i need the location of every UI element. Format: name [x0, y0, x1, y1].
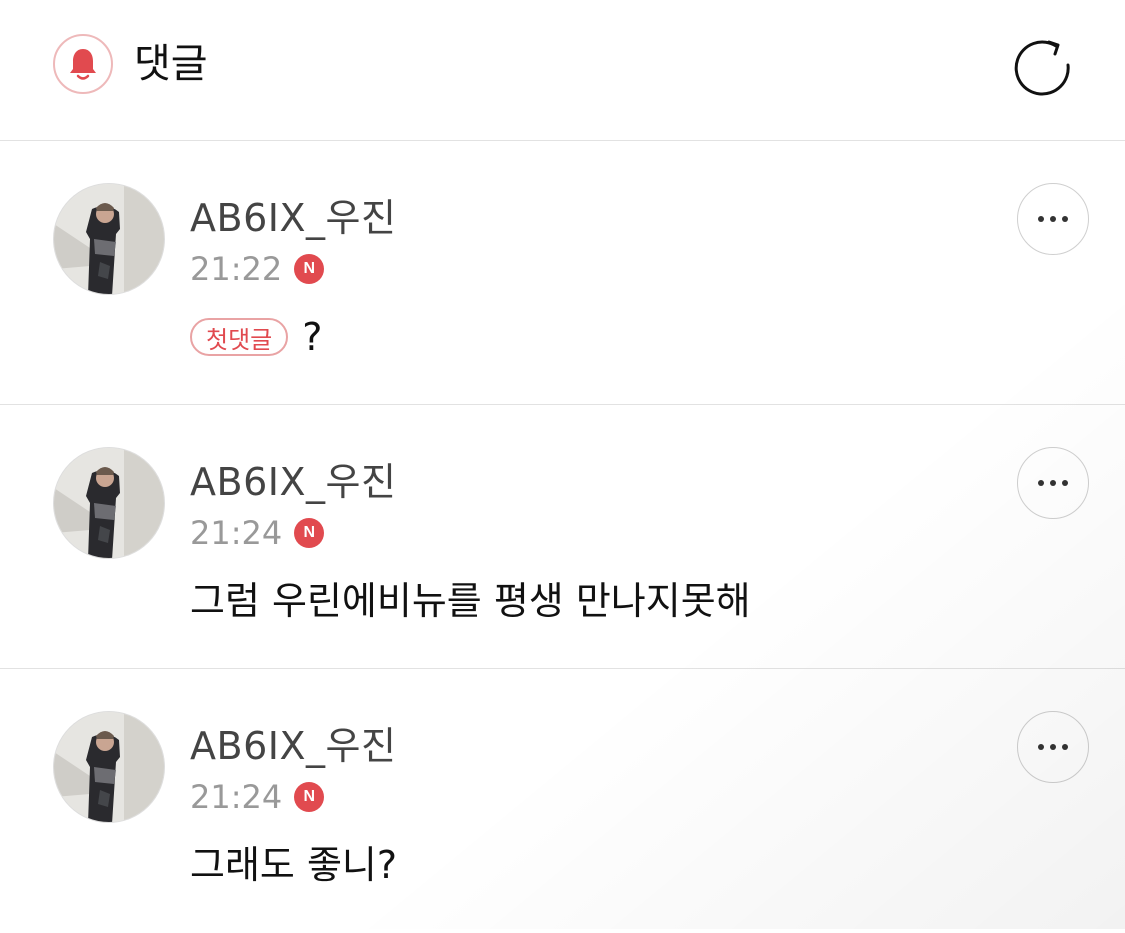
comment-text: ?: [302, 315, 323, 359]
dot: [1050, 216, 1056, 222]
more-options-button[interactable]: [1017, 183, 1089, 255]
comment-time: 21:22: [190, 250, 283, 288]
comment-meta: 21:24 N: [190, 513, 325, 553]
dot: [1038, 744, 1044, 750]
comment-author[interactable]: AB6IX_우진: [190, 195, 396, 241]
comment-item: AB6IX_우진 21:22 N 첫댓글 ?: [0, 141, 1125, 405]
dot: [1062, 480, 1068, 486]
new-badge: N: [294, 254, 325, 284]
comment-body: 첫댓글 ?: [190, 313, 322, 361]
dot: [1038, 480, 1044, 486]
avatar[interactable]: [53, 711, 165, 823]
dot: [1050, 744, 1056, 750]
avatar[interactable]: [53, 183, 165, 295]
comment-text: 그래도 좋니?: [190, 843, 398, 887]
comments-header: 댓글: [0, 0, 1125, 141]
dot: [1062, 216, 1068, 222]
comment-body: 그래도 좋니?: [190, 841, 397, 889]
comment-item: AB6IX_우진 21:24 N 그래도 좋니?: [0, 669, 1125, 933]
comment-text: 그럼 우린에비뉴를 평생 만나지못해: [190, 579, 751, 623]
new-badge: N: [294, 518, 325, 548]
comment-time: 21:24: [190, 514, 283, 552]
first-comment-badge: 첫댓글: [190, 318, 289, 356]
avatar[interactable]: [53, 447, 165, 559]
dot: [1062, 744, 1068, 750]
refresh-icon[interactable]: [1010, 32, 1076, 98]
comment-meta: 21:22 N: [190, 249, 325, 289]
more-options-button[interactable]: [1017, 447, 1089, 519]
comment-item: AB6IX_우진 21:24 N 그럼 우린에비뉴를 평생 만나지못해: [0, 405, 1125, 669]
more-options-button[interactable]: [1017, 711, 1089, 783]
page-title: 댓글: [134, 41, 208, 87]
dot: [1050, 480, 1056, 486]
comment-meta: 21:24 N: [190, 777, 325, 817]
comment-author[interactable]: AB6IX_우진: [190, 723, 396, 769]
comment-time: 21:24: [190, 778, 283, 816]
bell-icon[interactable]: [53, 34, 113, 94]
comment-body: 그럼 우린에비뉴를 평생 만나지못해: [190, 577, 751, 625]
new-badge: N: [294, 782, 325, 812]
comment-author[interactable]: AB6IX_우진: [190, 459, 396, 505]
dot: [1038, 216, 1044, 222]
